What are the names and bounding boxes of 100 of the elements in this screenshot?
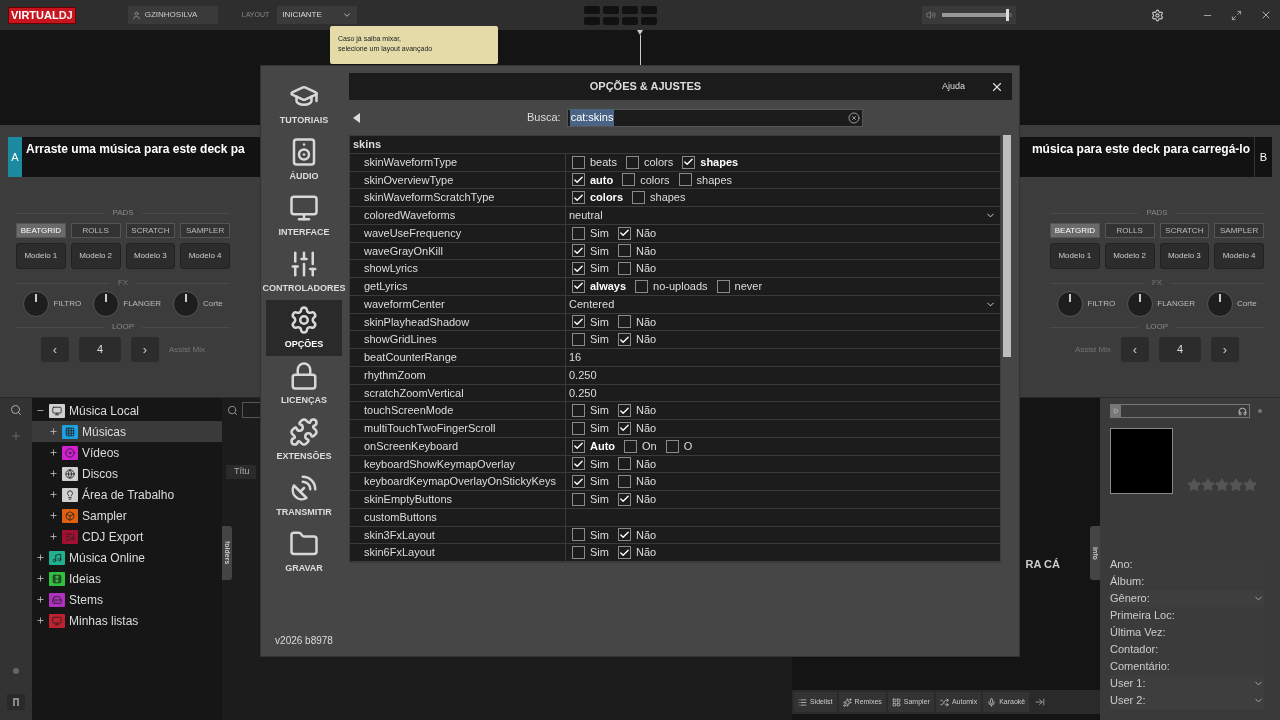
pad-mode-tab[interactable]: ROLLS [70, 223, 121, 238]
expand-icon[interactable] [49, 490, 58, 499]
star-icon[interactable] [1187, 478, 1201, 492]
pad-button[interactable]: Modelo 3 [125, 243, 176, 269]
checkbox[interactable] [617, 262, 631, 276]
back-arrow-icon[interactable] [353, 112, 360, 123]
pad-mode-tab[interactable]: SCRATCH [125, 223, 176, 238]
nav-tab[interactable]: TRANSMITIR [266, 468, 342, 524]
master-volume[interactable] [922, 6, 1016, 24]
checkbox[interactable] [617, 421, 631, 435]
export-icon[interactable] [1035, 697, 1046, 707]
checkbox[interactable] [572, 457, 585, 471]
pad-mode-tab[interactable]: SAMPLER [1214, 223, 1264, 238]
search-icon[interactable] [10, 404, 22, 416]
knob[interactable] [1207, 291, 1234, 317]
maximize-icon[interactable] [1231, 9, 1242, 21]
preview-player[interactable] [1110, 404, 1250, 418]
loop-previous-button[interactable]: ‹ [41, 337, 69, 362]
knob[interactable] [1057, 291, 1084, 317]
layout-dropdown[interactable]: INICIANTE [277, 6, 358, 24]
checkbox[interactable] [572, 546, 585, 560]
tree-item[interactable]: Sampler [32, 505, 222, 526]
settings-icon[interactable] [1151, 8, 1164, 22]
star-rating[interactable] [1187, 478, 1257, 492]
expand-icon[interactable] [49, 469, 58, 478]
tree-item[interactable]: Minhas listas [32, 610, 222, 631]
tree-item[interactable]: Músicas [32, 421, 222, 442]
search-field[interactable]: cat:skins [566, 108, 863, 127]
pad-mode-tab[interactable]: ROLLS [1104, 223, 1155, 238]
nav-tab[interactable]: TUTORIAIS [266, 76, 342, 132]
knob[interactable] [173, 291, 200, 317]
checkbox[interactable] [617, 475, 631, 489]
clear-icon[interactable] [847, 111, 860, 124]
pad-button[interactable]: Modelo 1 [16, 243, 66, 269]
checkbox[interactable] [572, 315, 585, 329]
checkbox[interactable] [572, 492, 585, 506]
checkbox[interactable] [617, 226, 631, 240]
headphones-icon[interactable] [1238, 406, 1247, 416]
pad-button[interactable]: Modelo 2 [70, 243, 121, 269]
checkbox[interactable] [716, 279, 730, 293]
expand-icon[interactable] [36, 574, 45, 583]
checkbox[interactable] [572, 475, 585, 489]
nav-tab[interactable]: EXTENSÕES [266, 412, 342, 468]
expand-icon[interactable] [49, 532, 58, 541]
star-icon[interactable] [1215, 478, 1229, 492]
checkbox[interactable] [617, 333, 631, 347]
pad-button[interactable]: Modelo 2 [1104, 243, 1155, 269]
pad-button[interactable]: Modelo 3 [1159, 243, 1210, 269]
pad-mode-tab[interactable]: BEATGRID [16, 223, 66, 238]
nav-tab[interactable]: LICENÇAS [266, 356, 342, 412]
knob[interactable] [1127, 291, 1154, 317]
value-field[interactable]: 0.250 [566, 384, 597, 402]
user-field[interactable]: GZINHOSILVA [127, 6, 218, 24]
checkbox[interactable] [617, 546, 631, 560]
tree-item[interactable]: Ideias [32, 568, 222, 589]
tree-item[interactable]: Stems [32, 589, 222, 610]
checkbox[interactable] [572, 262, 585, 276]
checkbox[interactable] [617, 457, 631, 471]
star-icon[interactable] [1229, 478, 1243, 492]
checkbox[interactable] [632, 191, 645, 205]
info-field[interactable]: Gênero: [1110, 590, 1264, 607]
pad-mode-tab[interactable]: SAMPLER [180, 223, 230, 238]
info-field[interactable]: User 2: [1110, 692, 1264, 709]
star-icon[interactable] [1243, 478, 1257, 492]
scrollbar-thumb[interactable] [1003, 135, 1011, 357]
expand-icon[interactable] [36, 595, 45, 604]
checkbox[interactable] [572, 333, 585, 347]
value-field[interactable]: 0.250 [566, 366, 597, 384]
checkbox[interactable] [572, 191, 585, 205]
checkbox[interactable] [572, 279, 585, 293]
expand-icon[interactable] [36, 553, 45, 562]
pad-button[interactable]: Modelo 4 [1214, 243, 1264, 269]
tree-item[interactable]: CDJ Export [32, 526, 222, 547]
tree-item[interactable]: Discos [32, 463, 222, 484]
search-icon[interactable] [227, 404, 238, 416]
checkbox[interactable] [572, 439, 585, 453]
expand-icon[interactable] [36, 616, 45, 625]
knob[interactable] [93, 291, 120, 317]
expand-icon[interactable] [49, 448, 58, 457]
close-icon[interactable] [1260, 9, 1272, 21]
tree-item[interactable]: Área de Trabalho [32, 484, 222, 505]
dropdown[interactable]: neutral [566, 207, 1000, 224]
expand-icon[interactable] [49, 511, 58, 520]
checkbox[interactable] [572, 244, 585, 258]
nav-tab[interactable]: INTERFACE [266, 188, 342, 244]
expand-icon[interactable] [49, 427, 58, 436]
loop-next-button[interactable]: › [131, 337, 159, 362]
pad-mode-tab[interactable]: BEATGRID [1050, 223, 1100, 238]
checkbox[interactable] [635, 279, 649, 293]
value-field[interactable]: 16 [566, 349, 582, 366]
pad-button[interactable]: Modelo 1 [1050, 243, 1100, 269]
pad-button[interactable]: Modelo 4 [180, 243, 230, 269]
checkbox[interactable] [622, 173, 636, 187]
checkbox[interactable] [624, 439, 638, 453]
checkbox[interactable] [572, 173, 585, 187]
checkbox[interactable] [678, 173, 692, 187]
star-icon[interactable] [1201, 478, 1215, 492]
checkbox[interactable] [572, 404, 585, 418]
loop-previous-button[interactable]: ‹ [1121, 337, 1149, 362]
checkbox[interactable] [617, 315, 631, 329]
